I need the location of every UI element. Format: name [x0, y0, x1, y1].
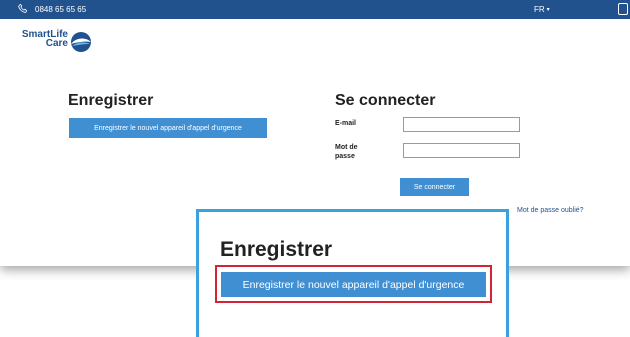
- top-bar: 0848 65 65 65 FR ▾: [0, 0, 630, 19]
- register-device-button[interactable]: Enregistrer le nouvel appareil d'appel d…: [69, 118, 267, 138]
- phone-link[interactable]: 0848 65 65 65: [17, 3, 86, 15]
- chevron-down-icon: ▾: [546, 7, 550, 13]
- login-button[interactable]: Se connecter: [400, 178, 469, 196]
- highlight-box: Enregistrer le nouvel appareil d'appel d…: [215, 265, 492, 303]
- zoom-register-heading: Enregistrer: [220, 238, 333, 261]
- logo-swoosh-icon: [71, 32, 91, 52]
- logo-wordmark: SmartLife Care: [16, 30, 68, 49]
- phone-icon: [18, 3, 28, 13]
- language-value: FR: [534, 5, 545, 14]
- zoom-register-device-button[interactable]: Enregistrer le nouvel appareil d'appel d…: [221, 272, 486, 297]
- login-heading: Se connecter: [335, 92, 436, 109]
- phone-number: 0848 65 65 65: [35, 4, 87, 14]
- account-icon[interactable]: [618, 3, 628, 15]
- register-heading: Enregistrer: [68, 92, 154, 109]
- password-label: Mot de passe: [335, 144, 358, 160]
- email-label: E-mail: [335, 120, 357, 127]
- smartlife-care-logo[interactable]: SmartLife Care: [16, 30, 96, 56]
- zoom-callout: Enregistrer Enregistrer le nouvel appare…: [196, 209, 509, 337]
- logo-line-2: Care: [45, 38, 68, 49]
- password-field[interactable]: [403, 143, 520, 158]
- language-selector[interactable]: FR ▾: [534, 5, 550, 14]
- forgot-password-link[interactable]: Mot de passe oublié?: [517, 207, 584, 214]
- email-field[interactable]: [403, 117, 520, 132]
